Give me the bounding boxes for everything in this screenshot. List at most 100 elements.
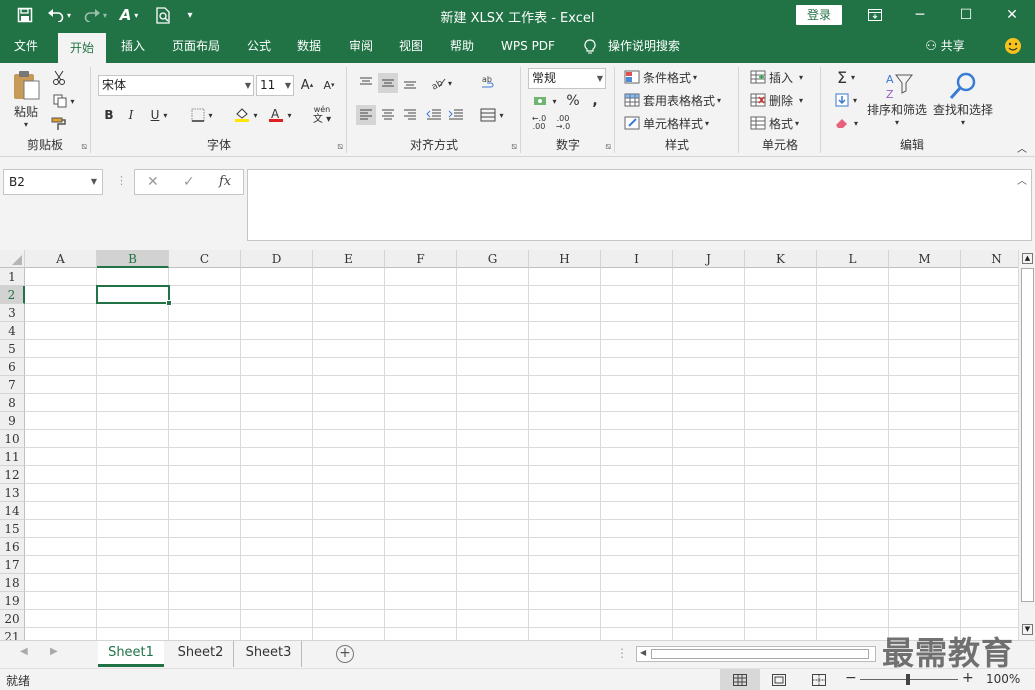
find-select-button[interactable]: 查找和选择 ▾ [930,67,996,131]
save-icon[interactable] [12,4,38,26]
row-header-16[interactable]: 16 [0,538,25,556]
row-header-12[interactable]: 12 [0,466,25,484]
row-header-20[interactable]: 20 [0,610,25,628]
row-header-6[interactable]: 6 [0,358,25,376]
cancel-entry-icon[interactable]: ✕ [147,174,159,190]
align-bottom-icon[interactable] [400,73,420,93]
accounting-icon[interactable]: ▾ [528,91,562,111]
row-header-21[interactable]: 21 [0,628,25,640]
orientation-icon[interactable]: ab ▾ [426,73,456,93]
smiley-feedback-icon[interactable] [1000,30,1026,63]
column-header-d[interactable]: D [241,250,313,268]
format-painter-qa-icon[interactable]: A ▾ [114,4,144,26]
fill-icon[interactable]: ▾ [830,90,862,110]
row-header-17[interactable]: 17 [0,556,25,574]
conditional-format-button[interactable]: 条件格式 ▾ [624,67,736,87]
sheet-tab-2[interactable]: Sheet2 [168,641,234,667]
column-header-i[interactable]: I [601,250,673,268]
sort-filter-button[interactable]: AZ 排序和筛选 ▾ [866,67,928,131]
add-sheet-icon[interactable]: + [336,645,354,663]
row-header-7[interactable]: 7 [0,376,25,394]
format-as-table-button[interactable]: 套用表格格式 ▾ [624,90,736,110]
grip-icon[interactable]: ⋮ [116,174,127,187]
tab-review[interactable]: 审阅 [340,30,382,63]
copy-icon[interactable]: ▾ [48,91,80,111]
zoom-in-button[interactable]: + [962,670,974,686]
row-header-13[interactable]: 13 [0,484,25,502]
cell-styles-button[interactable]: 单元格样式 ▾ [624,113,736,133]
number-format-select[interactable]: 常规 ▼ [528,68,606,89]
row-header-5[interactable]: 5 [0,340,25,358]
zoom-level[interactable]: 100% [986,672,1020,686]
insert-function-icon[interactable]: fx [219,174,231,189]
sheet-tab-1[interactable]: Sheet1 [98,641,164,667]
row-header-18[interactable]: 18 [0,574,25,592]
enter-check-icon[interactable]: ✓ [183,174,195,190]
sheet-tab-3[interactable]: Sheet3 [236,641,302,667]
column-header-k[interactable]: K [745,250,817,268]
align-center-icon[interactable] [378,105,398,125]
row-header-8[interactable]: 8 [0,394,25,412]
grow-font-icon[interactable]: A ▴ [298,75,316,95]
row-header-1[interactable]: 1 [0,268,25,286]
wrap-text-icon[interactable]: ab [478,73,500,93]
delete-cells-button[interactable]: 删除 ▾ [750,90,816,110]
column-header-f[interactable]: F [385,250,457,268]
font-color-icon[interactable]: A ▾ [264,105,296,125]
column-header-l[interactable]: L [817,250,889,268]
select-all-corner[interactable] [0,250,25,268]
font-launcher-icon[interactable]: ⧅ [337,142,343,152]
minimize-button[interactable]: ─ [897,0,943,30]
tab-help[interactable]: 帮助 [440,30,484,63]
tab-page-layout[interactable]: 页面布局 [164,30,228,63]
expand-formula-icon[interactable]: ︿ [1017,172,1027,187]
maximize-button[interactable]: ☐ [943,0,989,30]
redo-icon[interactable]: ▾ [80,4,110,26]
align-top-icon[interactable] [356,73,376,93]
column-header-h[interactable]: H [529,250,601,268]
increase-decimal-icon[interactable]: ←.0.00 [528,113,550,133]
bold-button[interactable]: B [100,105,118,125]
column-header-j[interactable]: J [673,250,745,268]
column-header-a[interactable]: A [25,250,97,268]
tab-home[interactable]: 开始 [58,33,106,63]
tab-data[interactable]: 数据 [288,30,330,63]
shrink-font-icon[interactable]: A ▾ [320,75,338,95]
fill-color-icon[interactable]: ▾ [230,105,262,125]
align-left-icon[interactable] [356,105,376,125]
cut-icon[interactable] [48,68,70,88]
zoom-out-button[interactable]: − [845,670,857,686]
row-header-11[interactable]: 11 [0,448,25,466]
customize-qa-icon[interactable]: ▾ [182,4,198,26]
tab-formulas[interactable]: 公式 [238,30,280,63]
format-cells-button[interactable]: 格式 ▾ [750,113,816,133]
normal-view-icon[interactable] [720,669,760,690]
next-sheet-icon[interactable]: ▶ [50,646,58,657]
comma-button[interactable]: , [586,91,604,111]
name-box[interactable]: B2 ▼ [3,169,103,195]
tab-wps-pdf[interactable]: WPS PDF [496,30,560,63]
row-header-19[interactable]: 19 [0,592,25,610]
collapse-ribbon-icon[interactable]: ︿ [1014,137,1030,157]
scroll-down-icon[interactable]: ▼ [1022,624,1033,635]
scroll-left-icon[interactable]: ◀ [640,648,646,657]
merge-center-icon[interactable]: ▾ [476,105,508,125]
clipboard-launcher-icon[interactable]: ⧅ [81,142,87,152]
tab-file[interactable]: 文件 [4,30,48,63]
row-header-3[interactable]: 3 [0,304,25,322]
scroll-up-icon[interactable]: ▲ [1022,253,1033,264]
horizontal-scrollbar[interactable]: ◀ [636,646,876,662]
row-header-10[interactable]: 10 [0,430,25,448]
formula-input[interactable]: ︿ [247,169,1032,241]
font-name-select[interactable]: 宋体 ▼ [98,75,254,96]
column-header-g[interactable]: G [457,250,529,268]
increase-indent-icon[interactable] [446,105,466,125]
ribbon-display-icon[interactable] [852,0,898,30]
selected-cell-b2[interactable] [96,285,172,306]
row-header-2[interactable]: 2 [0,286,25,304]
zoom-slider-thumb[interactable] [906,674,910,685]
undo-icon[interactable]: ▾ [44,4,74,26]
tab-view[interactable]: 视图 [390,30,432,63]
tab-insert[interactable]: 插入 [112,30,154,63]
column-header-m[interactable]: M [889,250,961,268]
